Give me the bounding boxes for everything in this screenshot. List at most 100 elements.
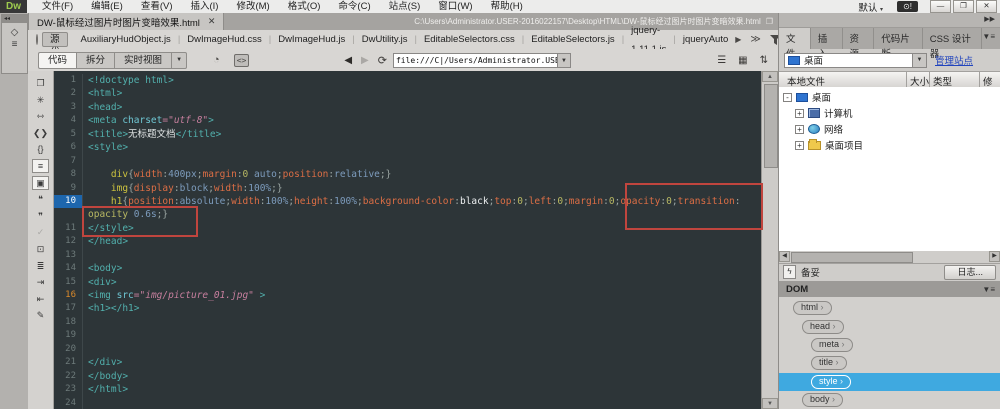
scroll-up-icon[interactable]: ▲	[762, 71, 778, 82]
extract-panel-icon[interactable]: ◇≡	[2, 23, 27, 51]
refresh-icon[interactable]: ⟳	[378, 54, 387, 67]
dom-node-row[interactable]: head	[779, 317, 1000, 335]
tree-expander-icon[interactable]: +	[795, 125, 804, 134]
dom-panel-menu-icon[interactable]: ▼≡	[982, 285, 1000, 294]
panel-tab-CSS 设计器[interactable]: CSS 设计器	[923, 28, 983, 49]
move-css-icon[interactable]: ≣	[32, 259, 49, 273]
panel-tab-资源[interactable]: 资源	[843, 28, 875, 49]
dom-node-row[interactable]: title	[779, 354, 1000, 372]
format-source-icon[interactable]: ✎	[32, 308, 49, 322]
restore-button[interactable]: ❐	[953, 0, 974, 13]
related-file[interactable]: DwImageHud.js	[271, 30, 352, 49]
close-button[interactable]: ✕	[976, 0, 997, 13]
menu-item[interactable]: 站点(S)	[380, 0, 430, 13]
panel-tab-插入[interactable]: 插入	[811, 28, 843, 49]
tree-expander-icon[interactable]: -	[783, 93, 792, 102]
line-numbers-icon[interactable]: ≡	[32, 159, 49, 173]
scrollbar-thumb[interactable]	[764, 84, 778, 168]
live-view-options-icon[interactable]: ☰	[717, 55, 726, 66]
indent-code-icon[interactable]: ⇥	[32, 275, 49, 289]
source-code-button[interactable]: 源代码	[42, 32, 68, 47]
code-editor[interactable]: 1<!doctype html>2<html>3<head>4<meta cha…	[54, 71, 761, 409]
dom-node-title[interactable]: title	[811, 356, 847, 370]
related-files-next-icon[interactable]: ▶	[735, 35, 741, 44]
related-file[interactable]: AuxiliaryHudObject.js	[74, 30, 178, 49]
menu-item[interactable]: 格式(O)	[279, 0, 330, 13]
dom-node-head[interactable]: head	[802, 320, 844, 334]
address-dropdown-icon[interactable]: ▼	[557, 54, 570, 67]
tree-expander-icon[interactable]: +	[795, 109, 804, 118]
minimize-button[interactable]: —	[930, 0, 951, 13]
view-button-实时视图[interactable]: 实时视图	[114, 52, 171, 69]
apply-comment-icon[interactable]: ❝	[32, 192, 49, 206]
collapse-panels-icon[interactable]: ▶▶	[779, 13, 1000, 28]
live-code-icon[interactable]: ◔	[213, 54, 220, 66]
open-documents-icon[interactable]: ❐	[32, 76, 49, 90]
view-button-代码[interactable]: 代码	[38, 52, 76, 69]
dom-node-row[interactable]: style	[779, 373, 1000, 391]
scroll-down-icon[interactable]: ▼	[762, 398, 778, 409]
menu-item[interactable]: 修改(M)	[227, 0, 278, 13]
outdent-code-icon[interactable]: ⇤	[32, 292, 49, 306]
address-bar[interactable]: file:///C|/Users/Administrator.USER-20 ▼	[393, 53, 571, 68]
related-file[interactable]: DwImageHud.css	[180, 30, 268, 49]
menu-item[interactable]: 插入(I)	[181, 0, 227, 13]
wrap-tag-icon[interactable]: ✓	[32, 225, 49, 239]
tree-item[interactable]: +桌面项目	[779, 137, 1000, 153]
restore-doc-icon[interactable]: ❐	[766, 17, 773, 26]
editor-scrollbar[interactable]: ▲ ▼	[761, 71, 779, 409]
balance-braces-icon[interactable]: {}	[32, 142, 49, 156]
dom-node-style[interactable]: style	[811, 375, 851, 389]
panel-tab-文件[interactable]: 文件	[779, 28, 811, 49]
dom-node-row[interactable]: html	[779, 299, 1000, 317]
recent-snippets-icon[interactable]: ⊡	[32, 242, 49, 256]
dom-node-meta[interactable]: meta	[811, 338, 853, 352]
tree-item[interactable]: -桌面	[779, 89, 1000, 105]
menu-item[interactable]: 文件(F)	[33, 0, 82, 13]
view-button-拆分[interactable]: 拆分	[76, 52, 114, 69]
related-file[interactable]: DwUtility.js	[355, 30, 415, 49]
related-file[interactable]: EditableSelectors.js	[524, 30, 621, 49]
log-button[interactable]: 日志...	[944, 265, 996, 280]
tree-expander-icon[interactable]: +	[795, 141, 804, 150]
dom-node-row[interactable]: body	[779, 391, 1000, 409]
menu-item[interactable]: 命令(C)	[329, 0, 379, 13]
code-navigator-icon[interactable]: ✳	[32, 93, 49, 107]
workspace-switcher[interactable]: 默认 ▾	[852, 0, 889, 14]
inspect-mode-icon[interactable]: <>	[234, 54, 250, 67]
remove-comment-icon[interactable]: ❞	[32, 209, 49, 223]
live-view-dropdown-icon[interactable]: ▼	[171, 52, 187, 69]
menu-item[interactable]: 帮助(H)	[482, 0, 532, 13]
tree-item[interactable]: +网络	[779, 121, 1000, 137]
scroll-right-icon[interactable]: ▶	[989, 251, 1000, 262]
scroll-left-icon[interactable]: ◀	[779, 251, 790, 262]
back-icon[interactable]: ◀	[344, 55, 352, 66]
related-files-more-icon[interactable]: ≫	[750, 34, 760, 45]
site-select-dropdown-icon[interactable]: ▼	[912, 54, 926, 67]
menu-item[interactable]: 查看(V)	[132, 0, 182, 13]
manage-sites-link[interactable]: 管理站点	[935, 53, 973, 67]
column-size[interactable]: 大小	[910, 74, 929, 88]
forward-icon[interactable]: ▶	[361, 55, 369, 66]
tree-item[interactable]: +计算机	[779, 105, 1000, 121]
collapsed-panel[interactable]: ◂◂ ◇≡	[1, 14, 28, 74]
sort-icon[interactable]: ⇅	[760, 55, 768, 66]
column-local-files[interactable]: 本地文件	[787, 74, 825, 88]
dom-node-html[interactable]: html	[793, 301, 832, 315]
cc-sync-icon[interactable]: ⊙!	[897, 1, 918, 12]
related-file[interactable]: jqueryAuto	[676, 30, 735, 49]
highlight-invalid-code-icon[interactable]: ▣	[32, 176, 49, 190]
select-parent-tag-icon[interactable]: ❮❯	[32, 126, 49, 140]
site-select[interactable]: 桌面 ▼	[784, 53, 927, 68]
column-type[interactable]: 类型	[933, 74, 952, 88]
hscrollbar-thumb[interactable]	[791, 252, 913, 263]
panel-menu-icon[interactable]: ▼≡	[982, 28, 1000, 49]
dom-node-row[interactable]: meta	[779, 336, 1000, 354]
multiscreen-preview-icon[interactable]: ▦	[738, 55, 747, 66]
collapse-tag-icon[interactable]: ⇿	[32, 109, 49, 123]
panel-tab-代码片断[interactable]: 代码片断	[874, 28, 922, 49]
collapse-left-icon[interactable]: ◂◂	[2, 15, 27, 23]
related-file[interactable]: EditableSelectors.css	[417, 30, 522, 49]
menu-item[interactable]: 编辑(E)	[82, 0, 132, 13]
menu-item[interactable]: 窗口(W)	[429, 0, 481, 13]
